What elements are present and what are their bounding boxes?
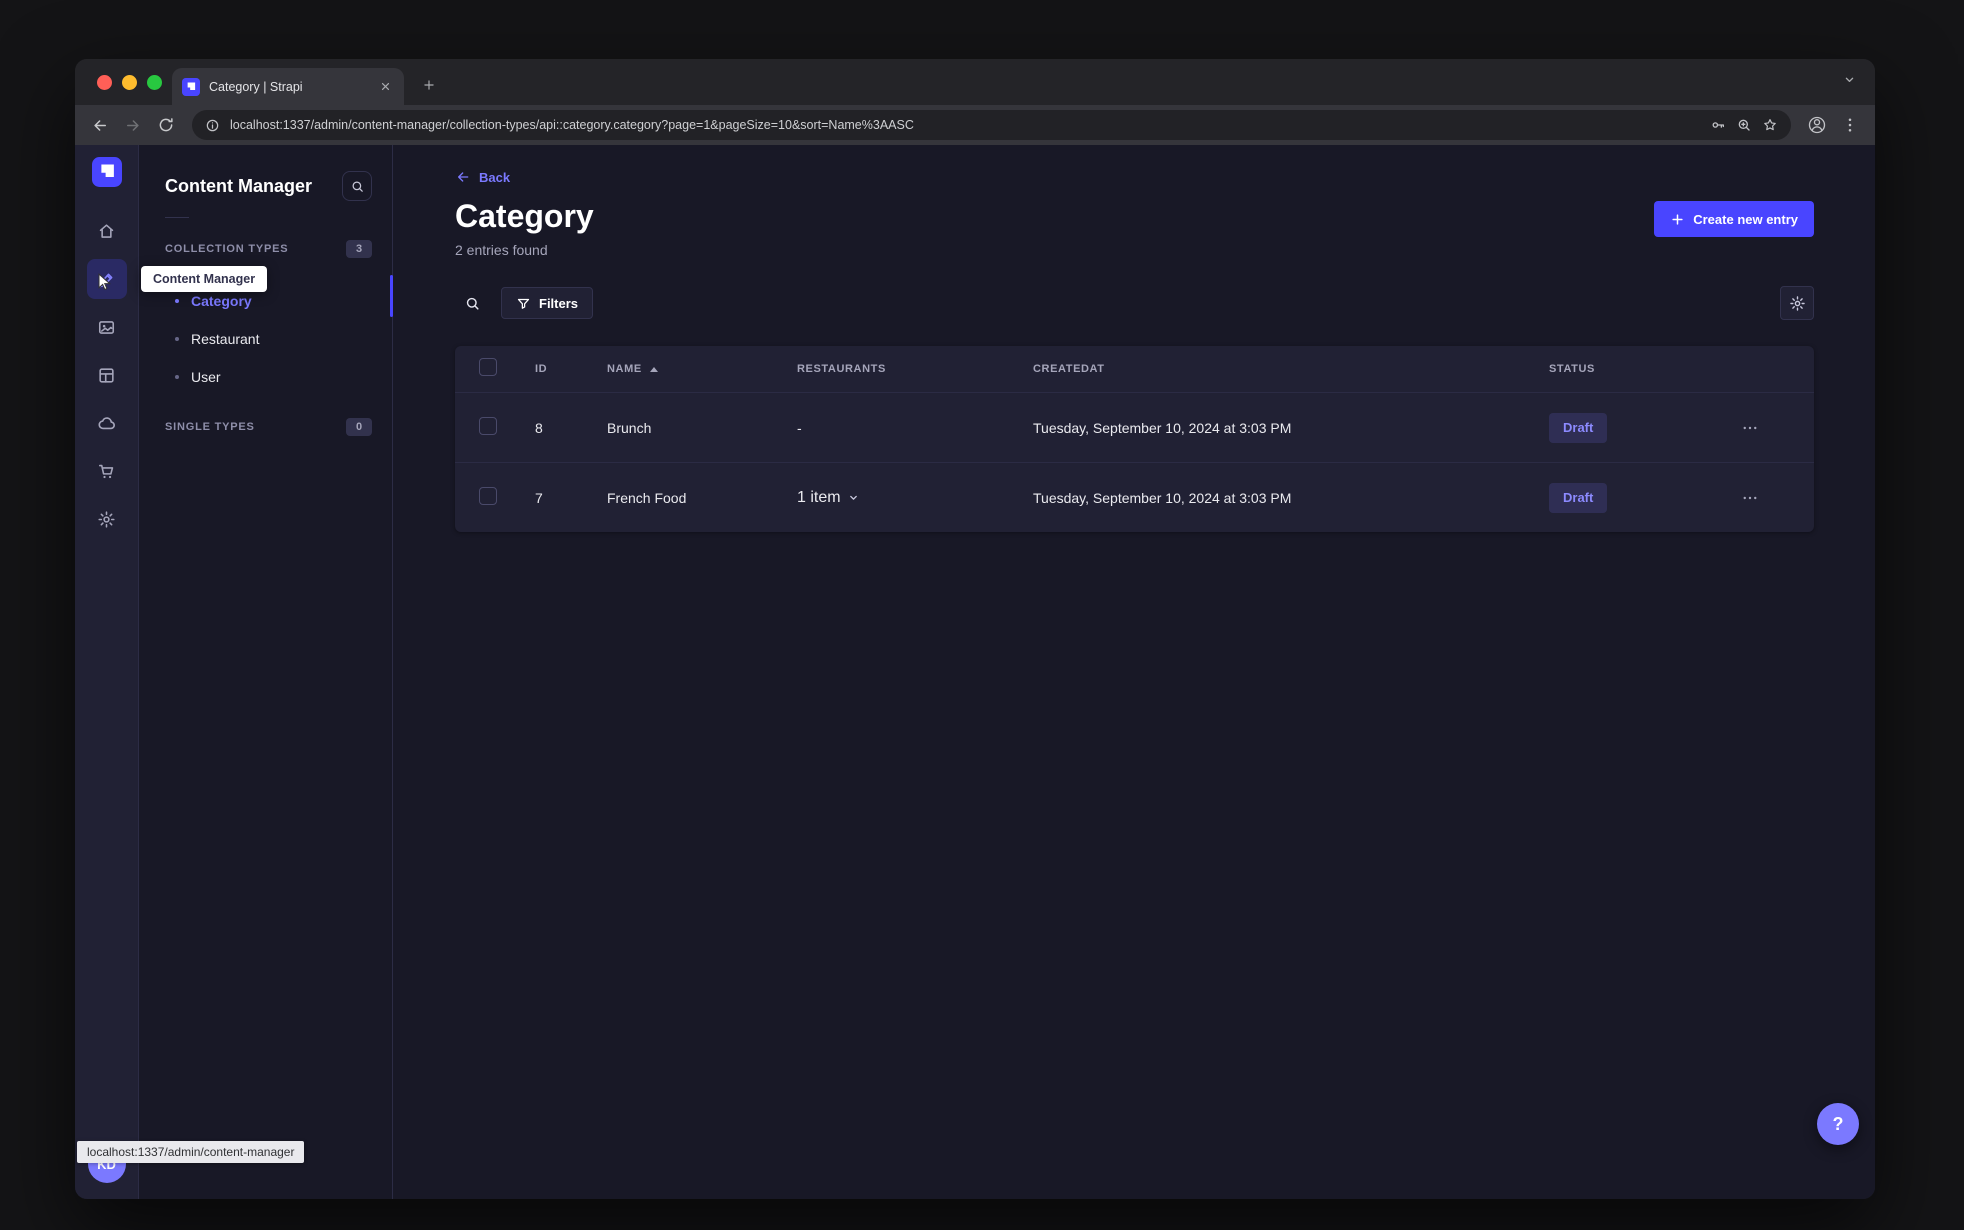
new-tab-button[interactable] xyxy=(416,72,442,98)
subnav-divider xyxy=(165,217,189,218)
row-actions-icon[interactable] xyxy=(1735,413,1765,443)
single-types-label: SINGLE TYPES xyxy=(165,421,255,433)
link-preview-status-bar: localhost:1337/admin/content-manager xyxy=(77,1141,305,1163)
search-icon[interactable] xyxy=(455,286,489,320)
single-types-count-badge: 0 xyxy=(346,418,372,436)
bullet-icon xyxy=(175,375,179,379)
url-text: localhost:1337/admin/content-manager/col… xyxy=(230,118,914,132)
browser-tab-strip: Category | Strapi xyxy=(75,59,1875,105)
column-header-name[interactable]: NAME xyxy=(607,363,797,375)
tab-search-chevron-icon[interactable] xyxy=(1842,72,1857,87)
bookmark-star-icon[interactable] xyxy=(1762,117,1778,133)
tab-title: Category | Strapi xyxy=(209,79,303,94)
browser-tab[interactable]: Category | Strapi xyxy=(172,68,404,105)
cell-id: 7 xyxy=(535,489,543,506)
content-manager-subnav: Content Manager COLLECTION TYPES 3 Categ… xyxy=(139,145,393,1199)
create-new-entry-button[interactable]: Create new entry xyxy=(1654,201,1814,237)
column-header-id[interactable]: ID xyxy=(535,363,607,375)
nav-deploy-cloud-icon[interactable] xyxy=(87,403,127,443)
column-header-createdat[interactable]: CREATEDAT xyxy=(1033,363,1549,375)
column-header-status[interactable]: STATUS xyxy=(1549,363,1709,375)
bullet-icon xyxy=(175,299,179,303)
list-toolbar: Filters xyxy=(455,286,1814,320)
status-badge: Draft xyxy=(1549,482,1608,513)
entries-count-text: 2 entries found xyxy=(455,242,548,258)
single-types-section: SINGLE TYPES 0 xyxy=(139,418,392,436)
table-header-row: ID NAME RESTAURANTS CREATEDAT STATUS xyxy=(455,346,1814,392)
zoom-icon[interactable] xyxy=(1736,117,1752,133)
bullet-icon xyxy=(175,337,179,341)
back-link[interactable]: Back xyxy=(455,169,510,185)
restaurants-expand-toggle[interactable]: 1 item xyxy=(797,489,860,507)
password-key-icon[interactable] xyxy=(1710,117,1726,133)
cell-name: French Food xyxy=(607,489,687,506)
nav-marketplace-icon[interactable] xyxy=(87,451,127,491)
table-row[interactable]: 7 French Food 1 item Tuesday, September … xyxy=(455,462,1814,532)
cell-createdat: Tuesday, September 10, 2024 at 3:03 PM xyxy=(1033,489,1292,506)
collection-types-section: COLLECTION TYPES 3 xyxy=(139,240,392,258)
row-actions-icon[interactable] xyxy=(1735,483,1765,513)
collection-types-label: COLLECTION TYPES xyxy=(165,243,289,255)
strapi-logo[interactable] xyxy=(91,157,122,187)
nav-home-icon[interactable] xyxy=(87,211,127,251)
browser-window: Category | Strapi localhost:1337/admin/c… xyxy=(75,59,1875,1199)
column-header-restaurants[interactable]: RESTAURANTS xyxy=(797,363,1033,375)
page-title: Category xyxy=(455,198,594,234)
sidebar-item-label: Category xyxy=(191,293,252,309)
filter-funnel-icon xyxy=(516,296,531,311)
sidebar-item-user[interactable]: User xyxy=(139,358,392,396)
browser-toolbar: localhost:1337/admin/content-manager/col… xyxy=(75,105,1875,145)
entries-table: ID NAME RESTAURANTS CREATEDAT STATUS 8 B… xyxy=(455,346,1814,532)
select-all-checkbox[interactable] xyxy=(479,358,497,376)
cell-restaurants: 1 item xyxy=(797,488,841,506)
nav-content-manager-icon[interactable] xyxy=(86,259,127,299)
cell-restaurants: - xyxy=(797,419,802,436)
site-info-icon[interactable] xyxy=(205,118,220,133)
create-new-entry-label: Create new entry xyxy=(1693,211,1798,227)
collection-types-count-badge: 3 xyxy=(346,240,372,258)
tab-close-icon[interactable] xyxy=(377,78,394,95)
filters-button[interactable]: Filters xyxy=(501,287,594,319)
cell-name: Brunch xyxy=(607,419,652,436)
collection-types-list: Category Restaurant User xyxy=(139,282,392,396)
filters-label: Filters xyxy=(539,295,579,311)
back-button[interactable] xyxy=(85,110,115,140)
cell-id: 8 xyxy=(535,419,543,436)
nav-content-type-builder-icon[interactable] xyxy=(87,355,127,395)
arrow-left-icon xyxy=(455,169,471,185)
strapi-favicon-icon xyxy=(182,77,200,96)
address-bar[interactable]: localhost:1337/admin/content-manager/col… xyxy=(192,110,1791,140)
list-view-content: Back Category 2 entries found Create new… xyxy=(393,145,1875,1199)
table-row[interactable]: 8 Brunch - Tuesday, September 10, 2024 a… xyxy=(455,392,1814,462)
sidebar-item-label: User xyxy=(191,369,221,385)
nav-media-library-icon[interactable] xyxy=(87,307,127,347)
plus-icon xyxy=(1670,212,1685,227)
browser-profile-avatar[interactable] xyxy=(1802,110,1832,140)
reload-button[interactable] xyxy=(151,110,181,140)
row-checkbox[interactable] xyxy=(479,416,497,435)
table-body: 8 Brunch - Tuesday, September 10, 2024 a… xyxy=(455,392,1814,532)
status-badge: Draft xyxy=(1549,412,1608,443)
table-settings-gear-icon[interactable] xyxy=(1780,286,1814,320)
window-controls xyxy=(97,59,162,105)
main-nav-rail: KD xyxy=(75,145,139,1199)
strapi-app: KD Content Manager COLLECTION TYPES 3 Ca… xyxy=(75,145,1875,1199)
browser-menu-icon[interactable] xyxy=(1835,110,1865,140)
forward-button[interactable] xyxy=(118,110,148,140)
nav-tooltip: Content Manager xyxy=(141,266,268,292)
window-minimize-button[interactable] xyxy=(122,74,137,90)
window-fullscreen-button[interactable] xyxy=(147,74,162,90)
nav-settings-gear-icon[interactable] xyxy=(87,499,127,539)
back-label: Back xyxy=(479,169,511,185)
help-button[interactable]: ? xyxy=(1817,1103,1859,1145)
sidebar-item-restaurant[interactable]: Restaurant xyxy=(139,320,392,358)
chevron-down-icon xyxy=(847,491,860,504)
subnav-title: Content Manager xyxy=(165,176,313,196)
sidebar-item-label: Restaurant xyxy=(191,331,260,347)
cell-createdat: Tuesday, September 10, 2024 at 3:03 PM xyxy=(1033,419,1292,436)
sort-ascending-caret-icon[interactable] xyxy=(648,365,660,374)
subnav-search-icon[interactable] xyxy=(342,171,372,201)
row-checkbox[interactable] xyxy=(479,486,497,505)
window-close-button[interactable] xyxy=(97,74,112,90)
